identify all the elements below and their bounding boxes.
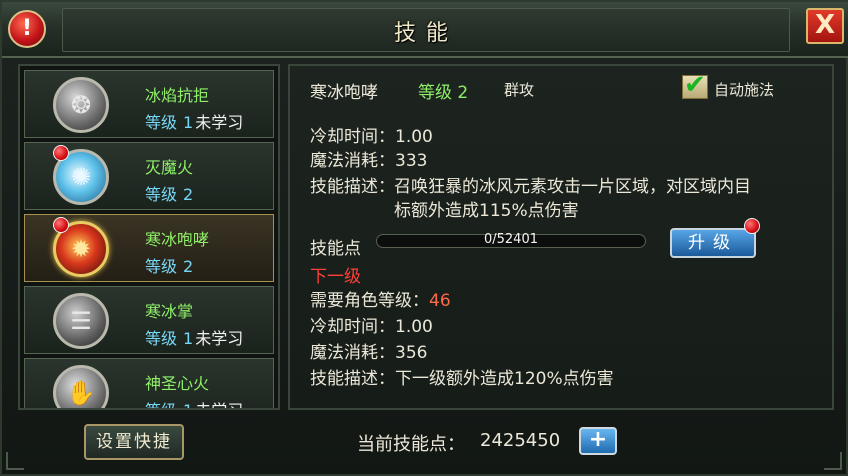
skill-level: 等级1未学习	[145, 397, 243, 408]
ice-shield-icon: ❂	[53, 77, 109, 133]
auto-cast-checkbox[interactable]: ✔	[682, 70, 708, 100]
auto-cast-label: 自动施法	[714, 81, 775, 99]
description-line: 标额外造成115%点伤害	[394, 201, 579, 221]
detail-skill-level: 等级 2	[418, 83, 469, 103]
skill-list-item[interactable]: ✋ 神圣心火 等级1未学习	[24, 358, 274, 408]
skill-window: 技能 ! X ❂ 冰焰抗拒 等级 1 未学习 ✺ 灭魔火 等级 2 ✹ 寒冰咆哮 等级…	[0, 0, 848, 476]
skill-points-progress: 0/52401	[483, 232, 538, 247]
cooldown-row: 冷却时间：1.00	[310, 127, 433, 147]
exclamation-icon[interactable]: !	[8, 10, 46, 48]
description-label: 技能描述：	[310, 177, 395, 197]
attack-type: 群攻	[504, 81, 535, 99]
skill-points-label: 技能点	[310, 239, 361, 259]
detail-skill-name: 寒冰咆哮	[310, 83, 378, 103]
frame-corner	[824, 452, 842, 470]
notification-dot	[53, 217, 69, 233]
checkmark-icon: ✔	[684, 70, 706, 100]
skill-name: 灭魔火	[145, 158, 194, 177]
current-points-value: 2425450	[480, 430, 561, 451]
holy-hand-icon: ✋	[53, 365, 109, 408]
skill-list-item-selected[interactable]: ✹ 寒冰咆哮 等级 2	[24, 214, 274, 282]
skill-level: 等级 2	[145, 257, 194, 276]
current-points-label: 当前技能点：	[357, 434, 465, 455]
notification-dot	[744, 218, 760, 234]
title-bar: 技能 ! X	[2, 2, 848, 58]
mana-row: 魔法消耗：333	[310, 151, 428, 171]
next-cooldown-row: 冷却时间：1.00	[310, 317, 433, 337]
add-points-button[interactable]: +	[579, 427, 617, 455]
skill-list-item[interactable]: ☰ 寒冰掌 等级 1 未学习	[24, 286, 274, 354]
frame-corner	[6, 452, 24, 470]
skill-list-item[interactable]: ✺ 灭魔火 等级 2	[24, 142, 274, 210]
skill-detail-panel: 寒冰咆哮 等级 2 群攻 ✔ 自动施法 冷却时间：1.00 魔法消耗：333 技…	[288, 64, 834, 410]
skill-name: 冰焰抗拒	[145, 86, 210, 105]
skill-level: 等级 2	[145, 185, 194, 204]
notification-dot	[53, 145, 69, 161]
skill-name: 寒冰掌	[145, 302, 194, 321]
required-level-row: 需要角色等级：46	[310, 291, 451, 311]
upgrade-button[interactable]: 升级	[670, 228, 756, 258]
skill-name: 寒冰咆哮	[145, 230, 210, 249]
next-description-row: 技能描述：下一级额外造成120%点伤害	[310, 369, 614, 389]
close-button[interactable]: X	[806, 8, 844, 44]
window-title: 技能	[393, 21, 458, 46]
set-shortcut-button[interactable]: 设置快捷	[84, 424, 184, 460]
skill-level: 等级1未学习	[145, 329, 244, 348]
skill-list[interactable]: ❂ 冰焰抗拒 等级 1 未学习 ✺ 灭魔火 等级 2 ✹ 寒冰咆哮 等级 2 ☰ 寒冰掌…	[18, 64, 280, 410]
skill-list-item[interactable]: ❂ 冰焰抗拒 等级 1 未学习	[24, 70, 274, 138]
ice-palm-icon: ☰	[53, 293, 109, 349]
next-level-title: 下一级	[310, 267, 361, 287]
next-mana-row: 魔法消耗：356	[310, 343, 428, 363]
skill-level: 等级1未学习	[145, 113, 244, 132]
description-line: 召唤狂暴的冰风元素攻击一片区域，对区域内目	[394, 177, 751, 197]
skill-name: 神圣心火	[145, 374, 210, 393]
